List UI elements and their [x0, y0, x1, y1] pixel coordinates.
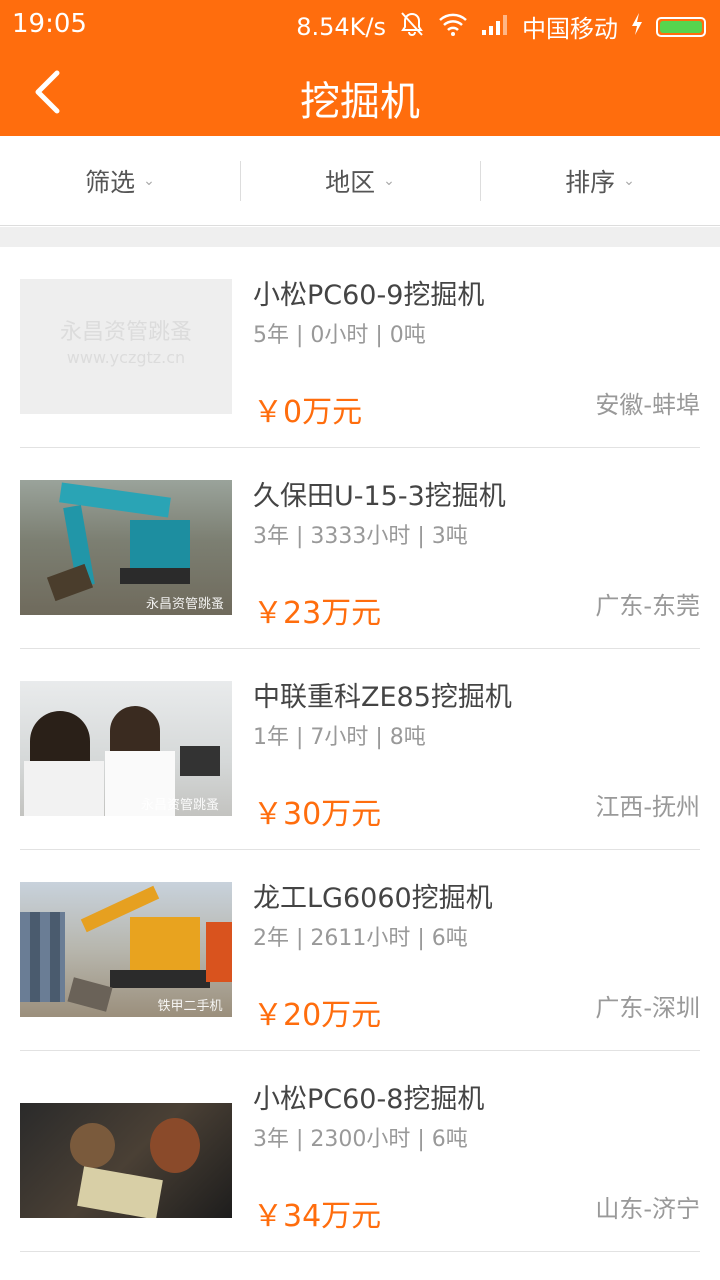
listing-price: ￥23万元 [253, 596, 382, 631]
page-title: 挖掘机 [300, 79, 420, 125]
section-divider [0, 227, 720, 247]
title-bar: 挖掘机 [0, 52, 720, 136]
listing-price: ￥20万元 [253, 998, 382, 1033]
chevron-down-icon: ⌄ [623, 172, 635, 189]
listing-title: 小松PC60-9挖掘机 [253, 280, 485, 311]
image-watermark: 永昌资管跳蚤 [140, 798, 219, 813]
listing-specs: 1年 | 7小时 | 8吨 [253, 725, 426, 750]
chevron-down-icon: ⌄ [143, 172, 155, 189]
listing-title: 龙工LG6060挖掘机 [253, 883, 493, 914]
filter-bar: 筛选 ⌄ 地区 ⌄ 排序 ⌄ [0, 136, 720, 226]
wifi-icon [438, 12, 468, 42]
listing-image: 永昌资管跳蚤 www.yczgtz.cn [20, 279, 232, 414]
sort-button[interactable]: 排序 ⌄ [480, 160, 720, 201]
listing-location: 广东-东莞 [595, 592, 700, 620]
listing-specs: 3年 | 3333小时 | 3吨 [253, 524, 468, 549]
battery-level [660, 20, 702, 33]
region-button[interactable]: 地区 ⌄ [240, 160, 480, 201]
list-item[interactable]: 永昌资管跳蚤 中联重科ZE85挖掘机 1年 | 7小时 | 8吨 ￥30万元 江… [20, 649, 700, 850]
listing-location: 安徽-蚌埠 [595, 391, 700, 419]
network-speed: 8.54K/s [296, 12, 386, 41]
list-item[interactable]: 铁甲二手机 龙工LG6060挖掘机 2年 | 2611小时 | 6吨 ￥20万元… [20, 850, 700, 1051]
listing-image [20, 1083, 232, 1218]
status-indicators: 8.54K/s 中国移动 [296, 9, 706, 44]
region-label: 地区 [325, 167, 376, 197]
image-watermark: 永昌资管跳蚤 [59, 320, 192, 345]
image-watermark-url: www.yczgtz.cn [66, 348, 186, 367]
status-bar: 19:05 8.54K/s 中国移动 [0, 0, 720, 52]
listing-location: 广东-深圳 [595, 994, 700, 1022]
listing-title: 小松PC60-8挖掘机 [253, 1084, 485, 1115]
chevron-down-icon: ⌄ [383, 172, 395, 189]
listing-image: 永昌资管跳蚤 [20, 681, 232, 816]
image-watermark: 永昌资管跳蚤 [145, 597, 224, 612]
list-item[interactable]: 永昌资管跳蚤 www.yczgtz.cn 小松PC60-9挖掘机 5年 | 0小… [20, 247, 700, 448]
battery-icon [656, 16, 706, 37]
listing-list: 永昌资管跳蚤 www.yczgtz.cn 小松PC60-9挖掘机 5年 | 0小… [0, 247, 720, 1252]
sort-label: 排序 [565, 167, 616, 197]
listing-specs: 3年 | 2300小时 | 6吨 [253, 1127, 468, 1152]
filter-label: 筛选 [85, 167, 136, 197]
list-item[interactable]: 小松PC60-8挖掘机 3年 | 2300小时 | 6吨 ￥34万元 山东-济宁 [20, 1051, 700, 1252]
status-time: 19:05 [12, 9, 87, 39]
listing-location: 江西-抚州 [595, 793, 700, 821]
listing-image: 永昌资管跳蚤 [20, 480, 232, 615]
listing-price: ￥0万元 [253, 395, 363, 430]
signal-icon [480, 12, 510, 42]
image-watermark: 铁甲二手机 [157, 999, 223, 1014]
listing-specs: 2年 | 2611小时 | 6吨 [253, 926, 468, 951]
list-item[interactable]: 永昌资管跳蚤 久保田U-15-3挖掘机 3年 | 3333小时 | 3吨 ￥23… [20, 448, 700, 649]
listing-price: ￥34万元 [253, 1199, 382, 1234]
listing-price: ￥30万元 [253, 797, 382, 832]
filter-button[interactable]: 筛选 ⌄ [0, 161, 240, 201]
mute-icon [398, 11, 426, 43]
carrier-name: 中国移动 [522, 15, 618, 43]
listing-image: 铁甲二手机 [20, 882, 232, 1017]
listing-specs: 5年 | 0小时 | 0吨 [253, 323, 426, 348]
listing-title: 中联重科ZE85挖掘机 [253, 682, 512, 713]
charging-icon [630, 12, 644, 42]
listing-title: 久保田U-15-3挖掘机 [253, 481, 506, 512]
listing-location: 山东-济宁 [595, 1195, 700, 1223]
